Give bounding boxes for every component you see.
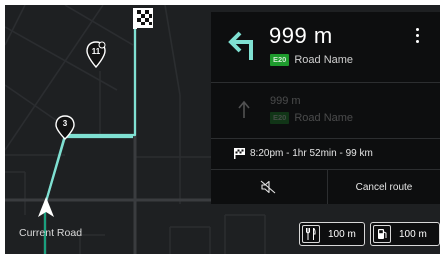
poi-distance: 100 m (328, 228, 356, 240)
current-road-label: Current Road (19, 227, 83, 239)
poi-distance: 100 m (399, 228, 427, 240)
next-maneuver-road: E20 Road Name (270, 112, 353, 124)
maneuver-distance: 999 m (269, 23, 333, 48)
fuel-nearby-button[interactable]: 100 m (370, 222, 440, 246)
more-menu-button[interactable] (411, 28, 423, 50)
waypoint-number: 3 (62, 119, 68, 128)
destination-flag-icon[interactable] (132, 7, 154, 29)
navigation-screen: 11 3 Current Road 999 m E20 Road Name 99… (5, 5, 440, 254)
more-vertical-icon (411, 28, 423, 43)
road-shield-badge: E20 (270, 112, 290, 124)
sound-off-icon (260, 180, 276, 194)
restaurant-nearby-button[interactable]: 100 m (299, 222, 365, 246)
road-name: Road Name (294, 112, 354, 124)
mute-button[interactable] (211, 170, 327, 204)
next-maneuver: 999 m E20 Road Name (211, 83, 440, 138)
next-maneuver-distance: 999 m (270, 95, 301, 107)
panel-actions: Cancel route (211, 170, 440, 204)
turn-left-icon (228, 31, 253, 60)
checkered-flag-icon (234, 148, 245, 159)
fuel-pump-icon (373, 225, 391, 243)
trip-summary-text: 8:20pm - 1hr 52min - 99 km (250, 148, 373, 159)
cancel-route-button[interactable]: Cancel route (328, 170, 440, 204)
waypoint-pin[interactable]: 3 (54, 115, 76, 141)
navigation-arrow-icon (36, 195, 56, 223)
straight-arrow-icon (238, 100, 250, 118)
road-shield-badge: E20 (270, 54, 290, 66)
current-maneuver[interactable]: 999 m E20 Road Name (211, 12, 440, 82)
fork-knife-icon (302, 225, 320, 243)
road-name: Road Name (294, 54, 354, 66)
navigation-panel: 999 m E20 Road Name 999 m E20 Road Name (211, 12, 440, 204)
trip-summary: 8:20pm - 1hr 52min - 99 km (211, 139, 440, 169)
waypoint-number: 11 (91, 47, 101, 56)
waypoint-pin[interactable]: 11 (85, 41, 107, 69)
maneuver-road: E20 Road Name (270, 54, 353, 66)
